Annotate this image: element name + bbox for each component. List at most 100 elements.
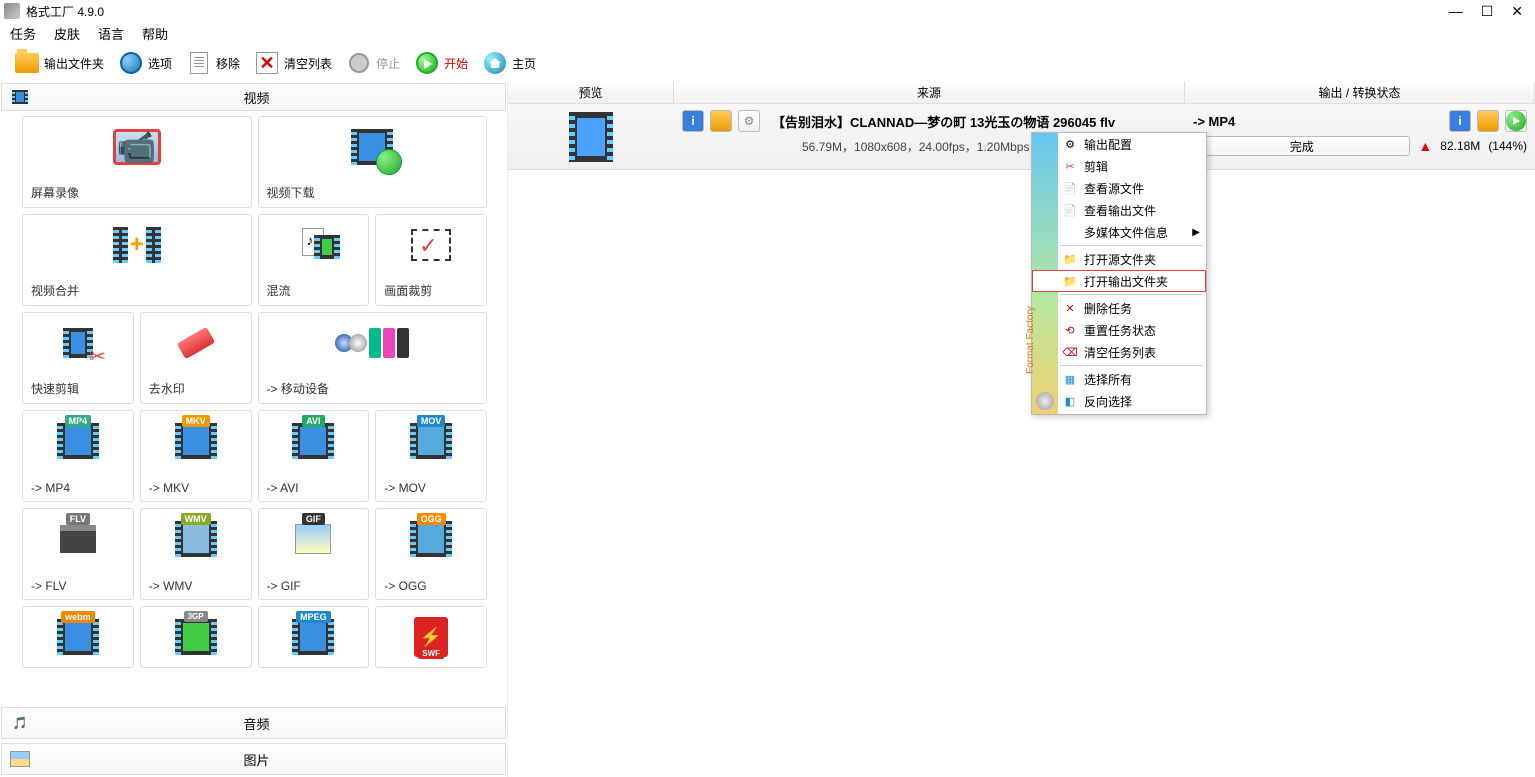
tile-mpeg[interactable]: MPEG xyxy=(258,606,370,668)
stop-label: 停止 xyxy=(376,55,400,72)
tile-label: -> FLV xyxy=(31,579,66,593)
menu-language[interactable]: 语言 xyxy=(98,24,124,43)
task-row[interactable]: i ⚙ 【告别泪水】CLANNAD—梦の町 13光玉の物语 296045 flv… xyxy=(508,104,1535,170)
tile-label: -> 移动设备 xyxy=(267,380,329,397)
mobile-icon xyxy=(332,319,412,367)
download-icon xyxy=(348,123,396,171)
tiles-scroll[interactable]: 📹 屏幕录像 视频下载 + 视频合并 xyxy=(0,112,507,705)
menu-skin[interactable]: 皮肤 xyxy=(54,24,80,43)
ctx-open-output-folder[interactable]: 📁 打开输出文件夹 xyxy=(1032,270,1206,292)
film-icon xyxy=(8,87,32,107)
output-info-button[interactable]: i xyxy=(1449,110,1471,132)
tile-mp4[interactable]: MP4 -> MP4 xyxy=(22,410,134,502)
ctx-label: 打开输出文件夹 xyxy=(1084,273,1168,290)
tile-label: -> WMV xyxy=(149,579,193,593)
delete-icon: ✕ xyxy=(1062,300,1078,316)
remove-button[interactable]: 移除 xyxy=(182,48,244,78)
menu-task[interactable]: 任务 xyxy=(10,24,36,43)
ctx-view-output[interactable]: 📄 查看输出文件 xyxy=(1032,199,1206,221)
doc-icon: 📄 xyxy=(1062,202,1078,218)
app-title: 格式工厂 4.9.0 xyxy=(26,3,1449,20)
clear-list-button[interactable]: ✕ 清空列表 xyxy=(250,48,336,78)
output-folder-button[interactable]: 输出文件夹 xyxy=(10,48,108,78)
tile-webm[interactable]: webm xyxy=(22,606,134,668)
mpeg-icon: MPEG xyxy=(289,613,337,661)
scissors-icon: ✂ xyxy=(54,319,102,367)
tile-label: -> OGG xyxy=(384,579,426,593)
tile-ogg[interactable]: OGG -> OGG xyxy=(375,508,487,600)
tile-3gp[interactable]: 3GP xyxy=(140,606,252,668)
col-source[interactable]: 来源 xyxy=(674,82,1185,103)
brand-icon xyxy=(1036,392,1054,410)
preview-cell xyxy=(508,104,674,169)
tile-swf[interactable]: ⚡SWF xyxy=(375,606,487,668)
minimize-button[interactable]: — xyxy=(1449,3,1463,20)
maximize-button[interactable]: ☐ xyxy=(1481,3,1494,20)
folder-icon: 📁 xyxy=(1062,251,1078,267)
video-tiles: 📹 屏幕录像 视频下载 + 视频合并 xyxy=(2,114,507,670)
stop-button[interactable]: 停止 xyxy=(342,48,404,78)
remove-label: 移除 xyxy=(216,55,240,72)
category-video-header[interactable]: 视频 xyxy=(1,83,506,111)
tile-remove-watermark[interactable]: 去水印 xyxy=(140,312,252,404)
tile-mobile[interactable]: -> 移动设备 xyxy=(258,312,488,404)
tile-label: -> MP4 xyxy=(31,481,70,495)
context-menu: Format Factory ⚙ 输出配置 ✂ 剪辑 📄 查看源文件 📄 查看输… xyxy=(1031,132,1207,415)
tile-video-merge[interactable]: + 视频合并 xyxy=(22,214,252,306)
gear-icon: ⚙ xyxy=(1062,136,1078,152)
ctx-cut[interactable]: ✂ 剪辑 xyxy=(1032,155,1206,177)
ctx-label: 多媒体文件信息 xyxy=(1084,224,1168,241)
tile-label: 视频下载 xyxy=(267,184,315,201)
close-button[interactable]: ✕ xyxy=(1511,3,1523,20)
settings-button[interactable]: ⚙ xyxy=(738,110,760,132)
col-output[interactable]: 输出 / 转换状态 xyxy=(1185,82,1535,103)
avi-icon: AVI xyxy=(289,417,337,465)
app-icon xyxy=(4,3,20,19)
ctx-open-source-folder[interactable]: 📁 打开源文件夹 xyxy=(1032,248,1206,270)
col-preview[interactable]: 预览 xyxy=(508,82,674,103)
tile-quick-cut[interactable]: ✂ 快速剪辑 xyxy=(22,312,134,404)
info-button[interactable]: i xyxy=(682,110,704,132)
ctx-output-config[interactable]: ⚙ 输出配置 xyxy=(1032,133,1206,155)
open-folder-button[interactable] xyxy=(710,110,732,132)
tile-avi[interactable]: AVI -> AVI xyxy=(258,410,370,502)
category-video-label: 视频 xyxy=(38,88,475,107)
ctx-invert-selection[interactable]: ◧ 反向选择 xyxy=(1032,390,1206,412)
category-picture-label: 图片 xyxy=(38,750,475,769)
ctx-media-info[interactable]: 多媒体文件信息 ▶ xyxy=(1032,221,1206,243)
menu-help[interactable]: 帮助 xyxy=(142,24,168,43)
tile-mov[interactable]: MOV -> MOV xyxy=(375,410,487,502)
select-all-icon: ▦ xyxy=(1062,371,1078,387)
tile-wmv[interactable]: WMV -> WMV xyxy=(140,508,252,600)
output-size: 82.18M xyxy=(1440,139,1480,153)
output-folder-button[interactable] xyxy=(1477,110,1499,132)
tile-flv[interactable]: FLV -> FLV xyxy=(22,508,134,600)
ctx-select-all[interactable]: ▦ 选择所有 xyxy=(1032,368,1206,390)
ctx-view-source[interactable]: 📄 查看源文件 xyxy=(1032,177,1206,199)
tile-screen-capture[interactable]: 📹 屏幕录像 xyxy=(22,116,252,208)
tile-mkv[interactable]: MKV -> MKV xyxy=(140,410,252,502)
ctx-label: 反向选择 xyxy=(1084,393,1132,410)
category-picture-header[interactable]: 图片 xyxy=(1,743,506,775)
home-label: 主页 xyxy=(512,55,536,72)
video-thumb-icon xyxy=(569,112,613,162)
options-button[interactable]: 选项 xyxy=(114,48,176,78)
tile-crop[interactable]: ✓ 画面裁剪 xyxy=(375,214,487,306)
output-percent: (144%) xyxy=(1488,139,1527,153)
scissors-icon: ✂ xyxy=(1062,158,1078,174)
output-format: -> MP4 xyxy=(1193,114,1443,129)
ctx-reset-status[interactable]: ⟲ 重置任务状态 xyxy=(1032,319,1206,341)
doc-icon: 📄 xyxy=(1062,180,1078,196)
ctx-delete-task[interactable]: ✕ 删除任务 xyxy=(1032,297,1206,319)
picture-icon xyxy=(8,747,32,771)
ctx-clear-list[interactable]: ⌫ 清空任务列表 xyxy=(1032,341,1206,363)
tile-gif[interactable]: GIF -> GIF xyxy=(258,508,370,600)
start-button[interactable]: 开始 xyxy=(410,48,472,78)
home-button[interactable]: 主页 xyxy=(478,48,540,78)
tile-video-download[interactable]: 视频下载 xyxy=(258,116,488,208)
category-audio-header[interactable]: 🎵 音频 xyxy=(1,707,506,739)
play-output-button[interactable] xyxy=(1505,110,1527,132)
toolbar: 输出文件夹 选项 移除 ✕ 清空列表 停止 开始 主页 xyxy=(0,44,1535,82)
options-label: 选项 xyxy=(148,55,172,72)
tile-mux[interactable]: ♪ 混流 xyxy=(258,214,370,306)
